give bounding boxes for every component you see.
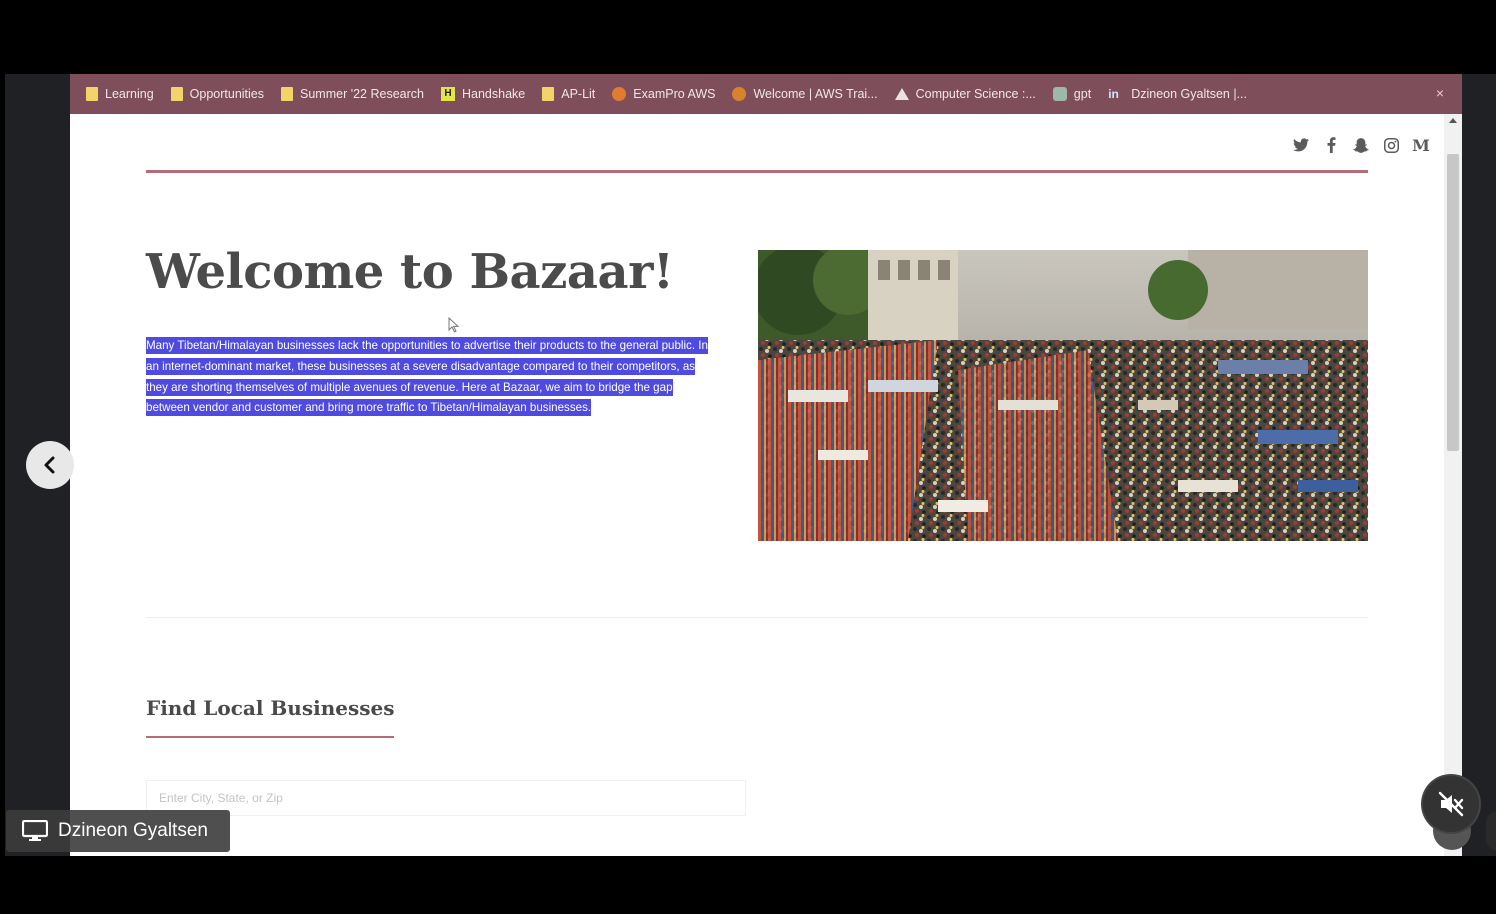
handshake-icon: H (440, 87, 455, 101)
medium-icon[interactable]: M (1412, 136, 1430, 155)
muted-indicator-button[interactable] (1423, 776, 1479, 832)
close-icon[interactable]: × (1436, 85, 1444, 101)
bookmark-handshake[interactable]: H Handshake (440, 87, 525, 101)
screen-share-icon (22, 820, 48, 841)
social-links: M (1292, 136, 1430, 155)
bookmark-gpt[interactable]: gpt (1052, 87, 1091, 101)
instagram-icon[interactable] (1382, 136, 1400, 154)
volume-muted-icon (1438, 791, 1464, 817)
browser-window: Learning Opportunities Summer '22 Resear… (70, 74, 1462, 856)
scroll-up-arrow-icon[interactable] (1449, 118, 1457, 123)
location-search-input[interactable] (146, 780, 746, 816)
selected-text: Many Tibetan/Himalayan businesses lack t… (146, 337, 708, 417)
find-heading-underline (146, 736, 394, 738)
folder-icon (86, 87, 98, 101)
exampro-icon (612, 87, 627, 101)
bookmark-opportunities[interactable]: Opportunities (170, 87, 264, 101)
presenter-name-tag: Dzineon Gyaltsen (6, 810, 230, 852)
mouse-cursor-icon (448, 317, 460, 333)
vertical-scrollbar[interactable] (1444, 114, 1462, 856)
aws-icon (732, 87, 747, 101)
presenter-name: Dzineon Gyaltsen (58, 820, 208, 841)
bookmark-aws-training[interactable]: Welcome | AWS Trai... (732, 87, 878, 101)
linkedin-icon: in (1108, 87, 1119, 101)
find-businesses-heading: Find Local Businesses (146, 696, 395, 720)
facebook-icon[interactable] (1322, 136, 1340, 154)
page-content: M Welcome to Bazaar! Many Tibetan/Himala… (70, 114, 1444, 856)
bookmark-learning[interactable]: Learning (86, 87, 154, 101)
edge-shadow (1486, 812, 1496, 850)
twitter-icon[interactable] (1292, 136, 1310, 154)
bookmark-exampro-aws[interactable]: ExamPro AWS (612, 87, 715, 101)
previous-slide-button[interactable] (26, 441, 74, 489)
bookmarks-bar: Learning Opportunities Summer '22 Resear… (70, 74, 1462, 114)
bookmark-summer-research[interactable]: Summer '22 Research (281, 87, 424, 101)
scrollbar-thumb[interactable] (1447, 154, 1459, 451)
bookmark-linkedin[interactable]: in Dzineon Gyaltsen |... (1108, 87, 1247, 101)
folder-icon (542, 87, 555, 101)
gpt-icon (1052, 87, 1067, 101)
snapchat-icon[interactable] (1352, 136, 1370, 154)
folder-icon (170, 87, 183, 101)
intro-paragraph: Many Tibetan/Himalayan businesses lack t… (146, 336, 714, 419)
header-divider (146, 170, 1368, 173)
section-divider (146, 617, 1368, 618)
bookmark-ap-lit[interactable]: AP-Lit (542, 87, 595, 101)
bookmark-computer-science[interactable]: Computer Science :... (894, 87, 1036, 101)
drive-icon (894, 88, 909, 100)
hero-image (758, 250, 1368, 541)
page-title: Welcome to Bazaar! (146, 244, 674, 300)
folder-icon (281, 87, 294, 101)
chevron-left-icon (44, 456, 55, 474)
